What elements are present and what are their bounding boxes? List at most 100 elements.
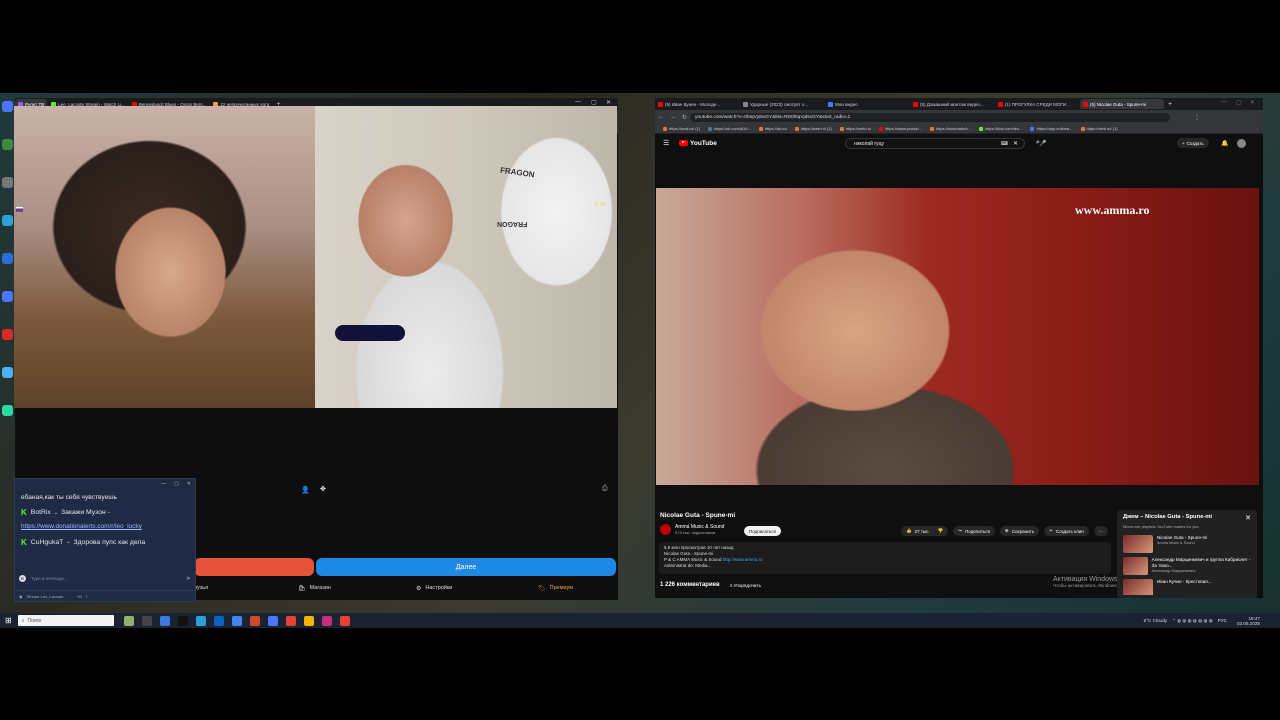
camera-switch-icon[interactable]: ⎙ xyxy=(602,485,608,493)
taskbar-app-icon[interactable] xyxy=(303,615,314,626)
reload-icon[interactable]: ↻ xyxy=(682,114,687,121)
youtube-search-input[interactable]: николай гуцу ⌨ ✕ xyxy=(845,138,1025,149)
forward-icon[interactable]: → xyxy=(670,114,676,120)
sort-button[interactable]: ≡ Упорядочить xyxy=(730,583,761,588)
playlist-item[interactable]: Александр Марцинкевич и группа Кабриолет… xyxy=(1123,557,1251,577)
bookmark-item[interactable]: https://web.ru/ xyxy=(839,126,871,131)
bell-icon[interactable]: 🔔 xyxy=(1221,140,1228,147)
browser-tab[interactable]: (5) Nicolae Guta - Spune-mi xyxy=(1080,99,1164,109)
desktop-icon[interactable] xyxy=(2,177,13,188)
close-icon[interactable]: ✕ xyxy=(606,99,611,106)
bookmark-item[interactable]: https://www.youtub... xyxy=(879,126,922,131)
thumbs-down-icon[interactable]: 👎 xyxy=(938,528,944,534)
menu-settings[interactable]: ⚙ Настройки xyxy=(416,585,452,592)
video-description[interactable]: 5,9 млн просмотров 10 лет назад Nicolae … xyxy=(659,542,1111,574)
taskbar-app-icon[interactable] xyxy=(123,615,134,626)
bookmark-item[interactable]: https://www.twitch... xyxy=(929,126,971,131)
subscribe-button[interactable]: Подписаться xyxy=(744,526,781,536)
new-tab-button[interactable]: + xyxy=(1165,99,1175,109)
description-link[interactable]: http://www.amma.ro xyxy=(723,557,763,562)
hamburger-icon[interactable]: ☰ xyxy=(663,139,669,147)
browser-tab[interactable]: Мои видео xyxy=(825,99,909,109)
bookmark-item[interactable]: https://web.ru/ (1) xyxy=(1080,126,1118,131)
taskbar-app-icon[interactable] xyxy=(249,615,260,626)
browser-tab[interactable]: (1) ПРОГУЛКА СРЕДИ МОГИ... xyxy=(995,99,1079,109)
person-icon[interactable]: 👤 xyxy=(301,486,310,494)
save-button[interactable]: ⊕ Сохранить xyxy=(999,526,1040,536)
create-button[interactable]: + Создать xyxy=(1177,138,1209,148)
browser-tab[interactable]: (5) Домашний монтаж видео... xyxy=(910,99,994,109)
search-icon[interactable]: ⌕ xyxy=(1036,139,1040,147)
desktop-icon[interactable] xyxy=(2,253,13,264)
bookmark-item[interactable]: https://ok.ru/ xyxy=(758,126,787,131)
next-button[interactable]: Далее xyxy=(316,558,616,576)
send-icon[interactable]: ➤ xyxy=(186,575,191,582)
desktop-icon[interactable] xyxy=(2,215,13,226)
language-indicator[interactable]: РУС xyxy=(1218,618,1227,623)
close-icon[interactable]: ✕ xyxy=(187,481,191,487)
desktop-icon[interactable] xyxy=(2,367,13,378)
clip-button[interactable]: ✂ Создать клип xyxy=(1044,526,1089,536)
share-button[interactable]: ↪ Поделиться xyxy=(953,526,995,536)
back-icon[interactable]: ← xyxy=(658,114,664,120)
taskbar-search-input[interactable]: ⌕ Поиск xyxy=(17,615,114,626)
minimize-icon[interactable]: — xyxy=(575,99,581,105)
chat-link[interactable]: https://www.donationalerts.com/r/leo_luc… xyxy=(15,520,195,534)
close-icon[interactable]: ✕ xyxy=(1250,99,1255,106)
playlist-item[interactable]: Nicolae Guta - Spune-mi Amma Music & Soun… xyxy=(1123,535,1251,555)
desktop-icon[interactable] xyxy=(2,291,13,302)
keyboard-icon[interactable]: ⌨ xyxy=(1001,141,1008,147)
chat-input[interactable]: R Type a message... ➤ xyxy=(19,573,191,583)
desktop-icon[interactable] xyxy=(2,139,13,150)
maximize-icon[interactable]: ▢ xyxy=(591,99,597,106)
video-player[interactable] xyxy=(656,188,1259,485)
bookmark-item[interactable]: https://mail.ru/ (1) xyxy=(663,126,700,131)
desktop-icon[interactable] xyxy=(2,405,13,416)
taskbar-app-icon[interactable] xyxy=(339,615,350,626)
chat-username[interactable]: BotRix xyxy=(31,509,51,516)
minimize-icon[interactable]: — xyxy=(1221,99,1227,105)
tray-icons[interactable]: ⌃ ◍ ◍ ◍ ◍ ◍ ◍ ◍ xyxy=(1172,618,1213,624)
taskbar-app-icon[interactable] xyxy=(321,615,332,626)
windows-start-icon[interactable]: ⊞ xyxy=(5,616,12,625)
desktop-icon[interactable] xyxy=(2,329,13,340)
taskbar-app-icon[interactable] xyxy=(159,615,170,626)
clip-label: Создать клип xyxy=(1055,528,1084,534)
maximize-icon[interactable]: ▢ xyxy=(174,481,179,487)
more-button[interactable]: ··· xyxy=(1093,526,1109,536)
taskbar-app-icon[interactable] xyxy=(267,615,278,626)
menu-icon[interactable]: ⋮ xyxy=(1194,114,1200,121)
taskbar-app-icon[interactable] xyxy=(195,615,206,626)
clear-icon[interactable]: ✕ xyxy=(1013,140,1018,147)
taskbar-app-icon[interactable] xyxy=(141,615,152,626)
mic-icon[interactable]: 🎤 xyxy=(1039,140,1046,147)
desktop-icon[interactable] xyxy=(2,101,13,112)
taskbar-app-icon[interactable] xyxy=(177,615,188,626)
weather-widget[interactable]: 6°C Cloudy xyxy=(1144,618,1167,623)
taskbar-app-icon[interactable] xyxy=(285,615,296,626)
bookmark-item[interactable]: https://app.onlinea... xyxy=(1030,126,1073,131)
close-icon[interactable]: ✕ xyxy=(1245,514,1251,522)
bookmark-item[interactable]: https://web.ru/ (1) xyxy=(794,126,832,131)
minimize-icon[interactable]: — xyxy=(161,481,166,487)
avatar[interactable] xyxy=(1237,138,1246,148)
menu-friends[interactable]: рузья xyxy=(194,585,208,591)
youtube-logo[interactable]: YouTube xyxy=(679,140,717,147)
playlist-item[interactable]: Иван Кучин - Крестовая... xyxy=(1123,579,1251,595)
browser-tab[interactable]: (5) Иван Бунин - Молоде... xyxy=(655,99,739,109)
channel-avatar[interactable] xyxy=(660,524,671,535)
stop-button[interactable] xyxy=(194,558,314,576)
menu-premium[interactable]: 🏷 Премиум xyxy=(538,585,573,592)
menu-shop[interactable]: 🛍 Магазин xyxy=(298,585,331,592)
browser-tab[interactable]: Ударные (2023) смотрят о... xyxy=(740,99,824,109)
maximize-icon[interactable]: ▢ xyxy=(1236,99,1242,106)
taskbar-app-icon[interactable] xyxy=(213,615,224,626)
taskbar-app-icon[interactable] xyxy=(231,615,242,626)
bookmark-item[interactable]: https://kick.com/leo... xyxy=(979,126,1022,131)
bookmark-item[interactable]: https://vk.com/id19... xyxy=(708,126,751,131)
right-url-field[interactable]: youtube.com/watch?v=0htqVjdsxGY&list=RD0… xyxy=(690,112,1171,122)
clock[interactable]: 16:47 03.05.2025 xyxy=(1232,616,1260,626)
move-icon[interactable]: ✥ xyxy=(320,485,326,493)
like-button[interactable]: 👍 27 тыс. 👎 xyxy=(901,526,949,536)
chat-username[interactable]: CuHgukaT xyxy=(31,539,64,546)
